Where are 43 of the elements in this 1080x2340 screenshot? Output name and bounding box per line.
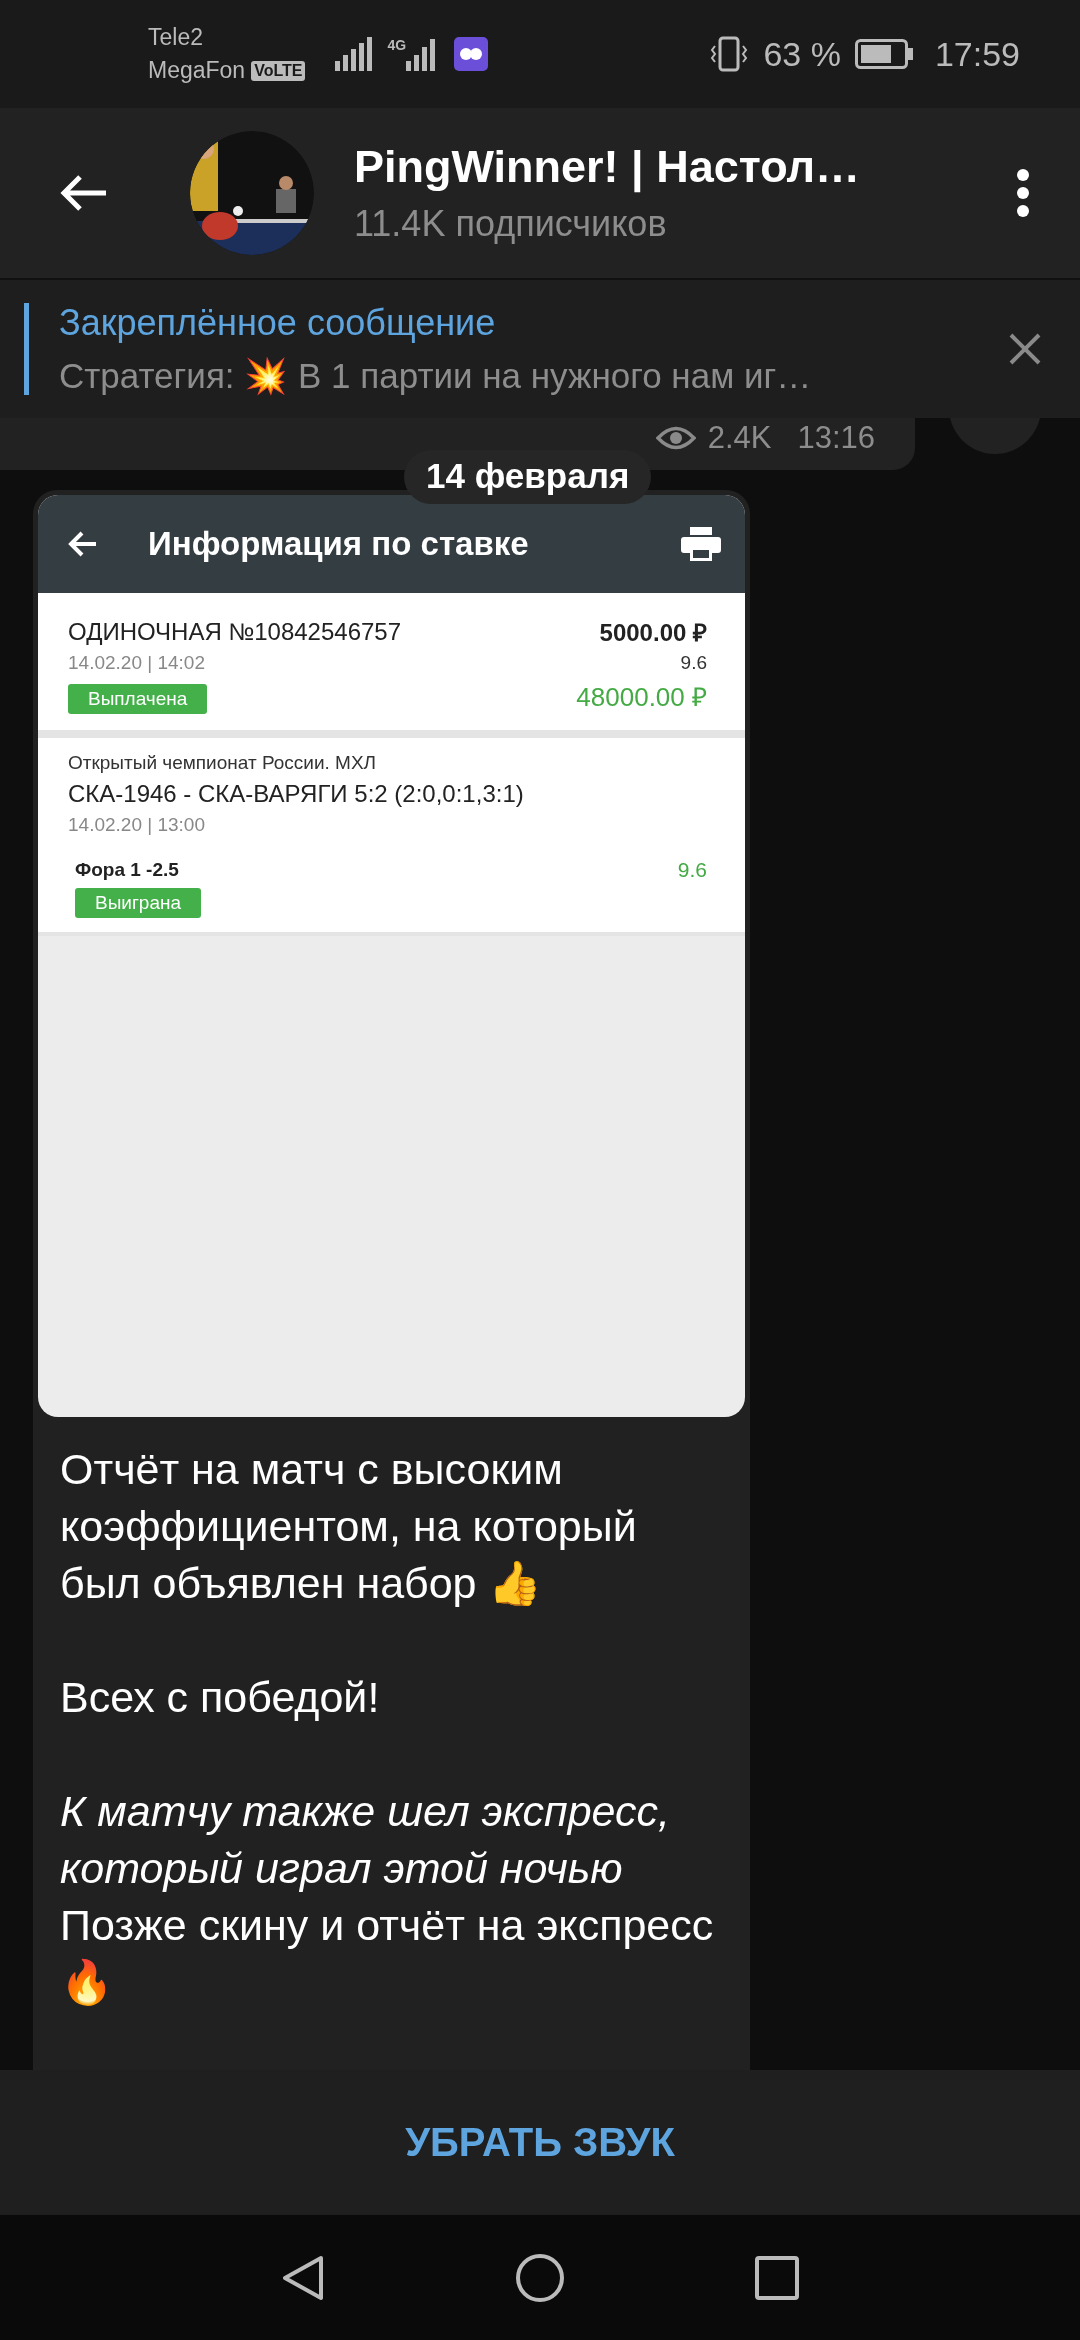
carrier-name: MegaFon [148,57,246,84]
battery-percent: 63 % [763,34,841,74]
back-icon[interactable] [58,173,108,213]
message-paragraph: Отчёт на матч с высоким коэффициентом, на который был объявлен набор 👍 [60,1444,638,1609]
back-icon[interactable] [68,530,98,558]
app-icon [454,37,489,71]
network-type: 4G [387,37,407,53]
battery-icon [854,39,913,69]
vibrate-icon [709,34,750,74]
screen-title: Информация по ставке [148,525,530,563]
clock-time: 17:59 [934,34,1020,74]
payout-amount: 48000.00 ₽ [576,681,707,714]
back-nav-icon[interactable] [281,2253,325,2302]
mute-button[interactable]: УБРАТЬ ЗВУК [385,2110,695,2175]
message-paragraph: Всех с победой! [60,1672,381,1723]
print-icon[interactable] [681,527,721,561]
home-icon[interactable] [515,2252,565,2303]
eye-icon [655,425,696,451]
date-badge: 14 февраля [404,450,652,504]
message-time: 13:16 [797,420,875,456]
close-icon[interactable] [1008,332,1042,366]
menu-icon[interactable] [1016,168,1030,218]
bet-title: ОДИНОЧНАЯ №10842546757 [68,617,402,646]
match-result: СКА-1946 - СКА-ВАРЯГИ 5:2 (2:0,0:1,3:1) [68,780,525,808]
event-odds: 9.6 [677,858,707,882]
bet-odds: 9.6 [680,652,707,674]
volte-badge: VoLTE [251,60,306,81]
signal-icon [335,37,374,71]
subscriber-count: 11.4K подписчиков [354,203,668,245]
message-paragraph: К матчу также шел экспресс, который играл этой ночью Позже скину и отчёт на экспресс 🔥 [60,1786,715,2008]
channel-title[interactable]: PingWinner! | Настол… [354,141,1016,193]
bet-datetime: 14.02.20 | 14:02 [68,652,205,674]
carrier-name: Tele2 [148,24,204,51]
view-count: 2.4K [707,420,772,456]
pinned-text[interactable]: Стратегия: 💥 В 1 партии на нужного нам иг… [59,355,1008,397]
league-name: Открытый чемпионат России. МХЛ [68,752,378,774]
status-badge: Выиграна [75,888,202,918]
market-name: Фора 1 -2.5 [75,859,179,881]
stake-amount: 5000.00 ₽ [599,618,707,648]
pinned-title[interactable]: Закреплённое сообщение [59,301,1008,344]
recents-icon[interactable] [755,2255,799,2300]
status-badge: Выплачена [68,684,208,714]
event-datetime: 14.02.20 | 13:00 [68,814,206,836]
